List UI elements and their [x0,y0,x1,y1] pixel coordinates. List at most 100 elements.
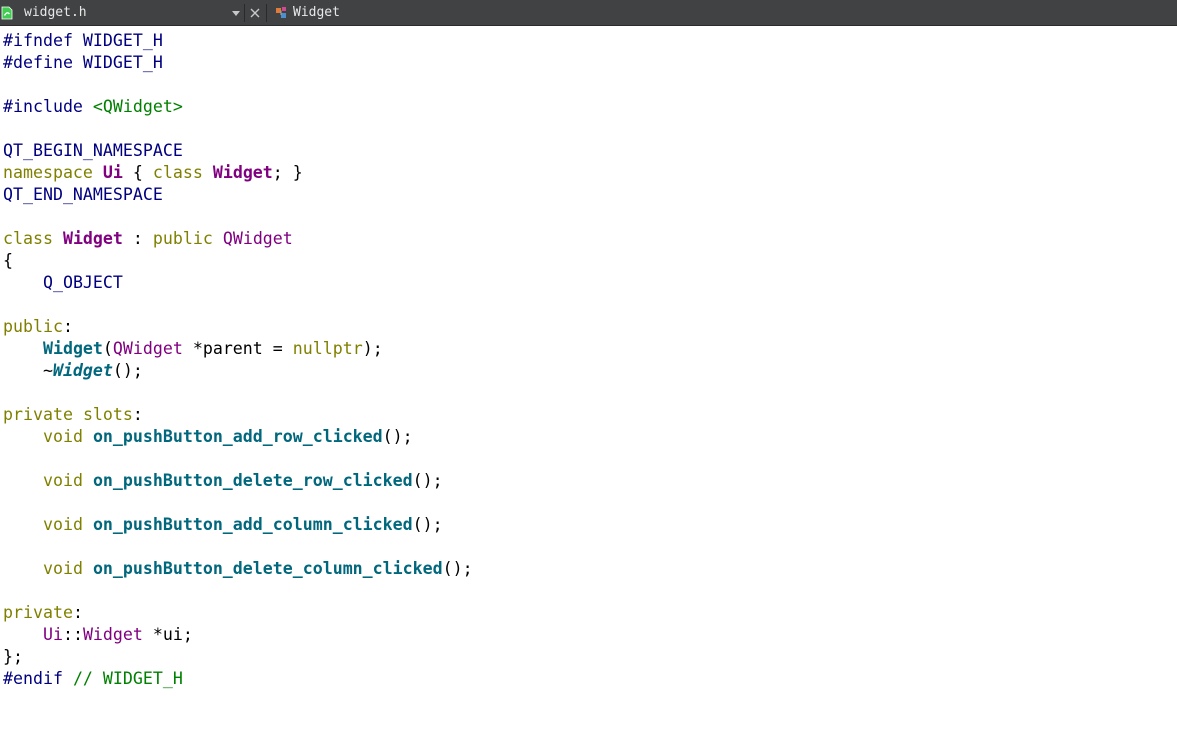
code-token: QT_BEGIN_NAMESPACE [3,141,183,160]
code-token: }; [3,647,23,666]
code-token: on_pushButton_delete_column_clicked [92,559,443,578]
code-text[interactable]: #ifndef WIDGET_H #define WIDGET_H #includ… [3,30,473,690]
code-token: (); [112,361,143,380]
code-token: (); [412,515,443,534]
code-token: (); [442,559,473,578]
code-line[interactable]: void on_pushButton_add_column_clicked(); [3,514,473,536]
code-line[interactable] [3,382,473,404]
class-symbol-icon [275,6,291,20]
code-line[interactable]: private: [3,602,473,624]
code-line[interactable]: class Widget : public QWidget [3,228,473,250]
code-token: class [3,229,53,248]
code-line[interactable]: #include <QWidget> [3,96,473,118]
code-line[interactable]: QT_END_NAMESPACE [3,184,473,206]
close-icon[interactable] [248,6,262,20]
code-token: :: [62,625,83,644]
code-line[interactable]: QT_BEGIN_NAMESPACE [3,140,473,162]
code-token: Widget [212,163,273,182]
code-line[interactable]: private slots: [3,404,473,426]
code-line[interactable]: namespace Ui { class Widget; } [3,162,473,184]
code-line[interactable] [3,448,473,470]
code-token: : [122,229,153,248]
code-token: nullptr [292,339,363,358]
code-line[interactable] [3,118,473,140]
code-line[interactable]: Ui::Widget *ui; [3,624,473,646]
code-line[interactable] [3,74,473,96]
code-token: ); [362,339,383,358]
code-token: slots [82,405,133,424]
code-token: #endif [3,669,73,688]
code-token: Widget [62,229,123,248]
code-token: Widget [82,625,143,644]
code-line[interactable]: #endif // WIDGET_H [3,668,473,690]
code-token: private [3,603,73,622]
code-token: on_pushButton_add_row_clicked [92,427,383,446]
current-symbol-selector[interactable]: Widget [293,5,340,21]
code-token: #define WIDGET_H [3,53,163,72]
code-line[interactable]: #define WIDGET_H [3,52,473,74]
code-token: class [152,163,203,182]
code-token: Ui [102,163,123,182]
code-token: ~ [3,361,53,380]
code-token: : [62,317,73,336]
code-token: private [3,405,73,424]
code-line[interactable]: Q_OBJECT [3,272,473,294]
code-token: void [42,515,83,534]
toolbar-divider [244,4,245,22]
open-file-selector[interactable]: widget.h [24,5,87,21]
code-token: namespace [3,163,93,182]
code-token: (); [382,427,413,446]
code-line[interactable]: void on_pushButton_add_row_clicked(); [3,426,473,448]
code-token: Q_OBJECT [42,273,123,292]
code-token: { [122,163,153,182]
code-token: public [152,229,213,248]
code-token: ; } [272,163,303,182]
code-line[interactable] [3,294,473,316]
toolbar-divider [266,4,267,22]
code-token: *parent = [182,339,293,358]
code-line[interactable]: void on_pushButton_delete_column_clicked… [3,558,473,580]
code-token: void [42,559,83,578]
code-line[interactable] [3,536,473,558]
code-token: QWidget [112,339,183,358]
code-line[interactable] [3,206,473,228]
code-token: <QWidget> [92,97,183,116]
code-token: (); [412,471,443,490]
code-editor[interactable]: #ifndef WIDGET_H #define WIDGET_H #includ… [0,26,1177,749]
code-token: public [3,317,63,336]
code-token: void [42,471,83,490]
code-token: void [42,427,83,446]
code-line[interactable]: #ifndef WIDGET_H [3,30,473,52]
code-line[interactable]: void on_pushButton_delete_row_clicked(); [3,470,473,492]
code-token: ( [102,339,113,358]
code-line[interactable]: public: [3,316,473,338]
code-token: Widget [52,361,113,380]
code-token: *ui; [142,625,193,644]
code-line[interactable] [3,580,473,602]
code-line[interactable]: }; [3,646,473,668]
code-line[interactable]: ~Widget(); [3,360,473,382]
code-token: #include [3,97,93,116]
code-token: Widget [42,339,103,358]
code-token: on_pushButton_add_column_clicked [92,515,413,534]
code-token: Ui [42,625,63,644]
chevron-down-icon[interactable] [229,6,243,20]
code-line[interactable]: Widget(QWidget *parent = nullptr); [3,338,473,360]
code-line[interactable]: { [3,250,473,272]
editor-toolbar: widget.h Widget [0,0,1177,26]
code-token: QT_END_NAMESPACE [3,185,163,204]
code-line[interactable] [3,492,473,514]
code-token: on_pushButton_delete_row_clicked [92,471,413,490]
